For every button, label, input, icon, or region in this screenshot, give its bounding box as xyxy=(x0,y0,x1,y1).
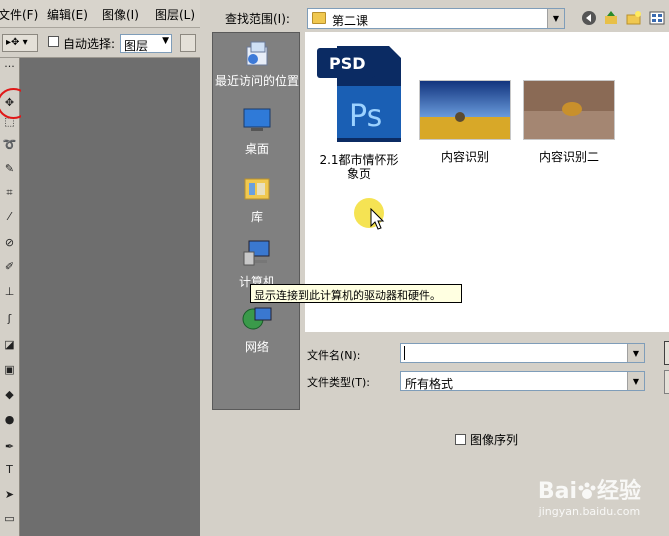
cancel-button-edge[interactable] xyxy=(664,370,669,394)
baidu-jingyan-watermark: Bai 经验 jingyan.baidu.com xyxy=(537,479,641,518)
shape-tool-icon[interactable]: ▭ xyxy=(1,510,18,527)
new-folder-icon xyxy=(626,11,641,25)
lasso-tool-icon[interactable]: ➰ xyxy=(1,136,18,153)
back-button[interactable] xyxy=(580,9,598,27)
new-folder-button[interactable] xyxy=(625,9,643,27)
menu-bar: 文件(F) 编辑(E) 图像(I) 图层(L) xyxy=(0,0,200,28)
network-icon xyxy=(242,307,272,330)
computer-icon xyxy=(243,240,270,266)
file-item-psd[interactable]: PSD Ps 2.1都市情怀形象页 xyxy=(315,46,403,181)
place-recent[interactable]: 最近访问的位置 xyxy=(213,39,301,89)
open-button-edge[interactable] xyxy=(664,341,669,365)
options-bar: ▸✥ ▾ 自动选择: 图层 ▼ xyxy=(0,28,200,58)
eyedropper-tool-icon[interactable]: ⁄ xyxy=(1,208,18,225)
type-tool-icon[interactable]: T xyxy=(1,461,18,478)
path-select-tool-icon[interactable]: ➤ xyxy=(1,486,18,503)
image-thumbnail xyxy=(523,80,615,140)
blur-tool-icon[interactable]: ◆ xyxy=(1,386,18,403)
look-in-dropdown[interactable]: 第二课 ▼ xyxy=(307,8,565,29)
chevron-down-icon[interactable]: ▼ xyxy=(627,344,644,362)
brush-tool-icon[interactable]: ✐ xyxy=(1,258,18,275)
tools-panel: ··· ✥ ⬚ ➰ ✎ ⌗ ⁄ ⊘ ✐ ⊥ ʃ ◪ ▣ ◆ ● ✒ T ➤ ▭ xyxy=(0,58,20,536)
chevron-down-icon[interactable]: ▼ xyxy=(627,372,644,390)
photoshop-window: 文件(F) 编辑(E) 图像(I) 图层(L) ▸✥ ▾ 自动选择: 图层 ▼ … xyxy=(0,0,200,536)
psd-badge: PSD xyxy=(329,54,366,73)
file-item-image-2[interactable]: 内容识别二 xyxy=(521,80,617,165)
menu-image[interactable]: 图像(I) xyxy=(102,6,139,23)
file-name: 内容识别 xyxy=(440,150,489,164)
libraries-icon xyxy=(244,178,270,200)
view-menu-icon xyxy=(649,11,665,25)
eraser-tool-icon[interactable]: ◪ xyxy=(1,336,18,353)
psd-file-icon: PSD Ps xyxy=(317,46,401,142)
tooltip: 显示连接到此计算机的驱动器和硬件。 xyxy=(250,284,462,303)
text-caret xyxy=(404,346,405,360)
recent-places-icon xyxy=(246,41,268,66)
folder-icon xyxy=(312,12,326,24)
file-item-image-1[interactable]: 内容识别 xyxy=(417,80,513,165)
place-computer[interactable]: 计算机 xyxy=(213,238,301,290)
menu-edit[interactable]: 编辑(E) xyxy=(47,6,88,23)
auto-select-label: 自动选择: xyxy=(63,37,116,51)
crop-tool-icon[interactable]: ⌗ xyxy=(1,184,18,201)
filename-label: 文件名(N): xyxy=(307,349,361,362)
menu-layer[interactable]: 图层(L) xyxy=(155,6,195,23)
gradient-tool-icon[interactable]: ▣ xyxy=(1,361,18,378)
up-folder-button[interactable] xyxy=(602,9,620,27)
mouse-pointer-icon xyxy=(370,208,385,230)
filename-input[interactable]: ▼ xyxy=(400,343,645,363)
place-desktop[interactable]: 桌面 xyxy=(213,105,301,157)
ps-app-logo: Ps xyxy=(349,99,382,134)
look-in-label: 查找范围(I): xyxy=(225,12,290,26)
options-more[interactable] xyxy=(180,34,196,52)
view-menu-button[interactable] xyxy=(648,9,666,27)
open-file-dialog: 查找范围(I): 第二课 ▼ 最近访问的位置 桌面 库 计算机 网络 PSD P… xyxy=(200,0,669,536)
places-bar: 最近访问的位置 桌面 库 计算机 网络 xyxy=(212,32,300,410)
dodge-tool-icon[interactable]: ● xyxy=(1,411,18,428)
stamp-tool-icon[interactable]: ⊥ xyxy=(1,283,18,300)
move-tool-preset[interactable]: ▸✥ ▾ xyxy=(2,34,38,52)
back-arrow-icon xyxy=(582,11,596,25)
quick-select-tool-icon[interactable]: ✎ xyxy=(1,160,18,177)
filetype-label: 文件类型(T): xyxy=(307,376,371,389)
file-name: 2.1都市情怀形象页 xyxy=(319,153,399,181)
paw-icon xyxy=(578,482,596,499)
canvas-area xyxy=(21,58,200,536)
chevron-down-icon[interactable]: ▼ xyxy=(547,9,564,28)
desktop-icon xyxy=(243,108,271,131)
image-thumbnail xyxy=(419,80,511,140)
grip-icon: ··· xyxy=(4,60,15,73)
place-network[interactable]: 网络 xyxy=(213,303,301,355)
filetype-dropdown[interactable]: 所有格式 ▼ xyxy=(400,371,645,391)
look-in-value: 第二课 xyxy=(332,14,369,28)
healing-brush-tool-icon[interactable]: ⊘ xyxy=(1,234,18,251)
image-sequence-checkbox[interactable] xyxy=(455,434,466,445)
file-name: 内容识别二 xyxy=(538,150,599,164)
history-brush-tool-icon[interactable]: ʃ xyxy=(1,310,18,327)
pen-tool-icon[interactable]: ✒ xyxy=(1,438,18,455)
auto-select-checkbox[interactable] xyxy=(48,36,59,47)
auto-select-dropdown[interactable]: 图层 ▼ xyxy=(120,34,172,53)
place-libraries[interactable]: 库 xyxy=(213,173,301,225)
image-sequence-option[interactable]: 图像序列 xyxy=(455,431,518,448)
image-sequence-label: 图像序列 xyxy=(470,433,519,447)
up-folder-icon xyxy=(605,11,617,24)
menu-file[interactable]: 文件(F) xyxy=(0,6,38,23)
